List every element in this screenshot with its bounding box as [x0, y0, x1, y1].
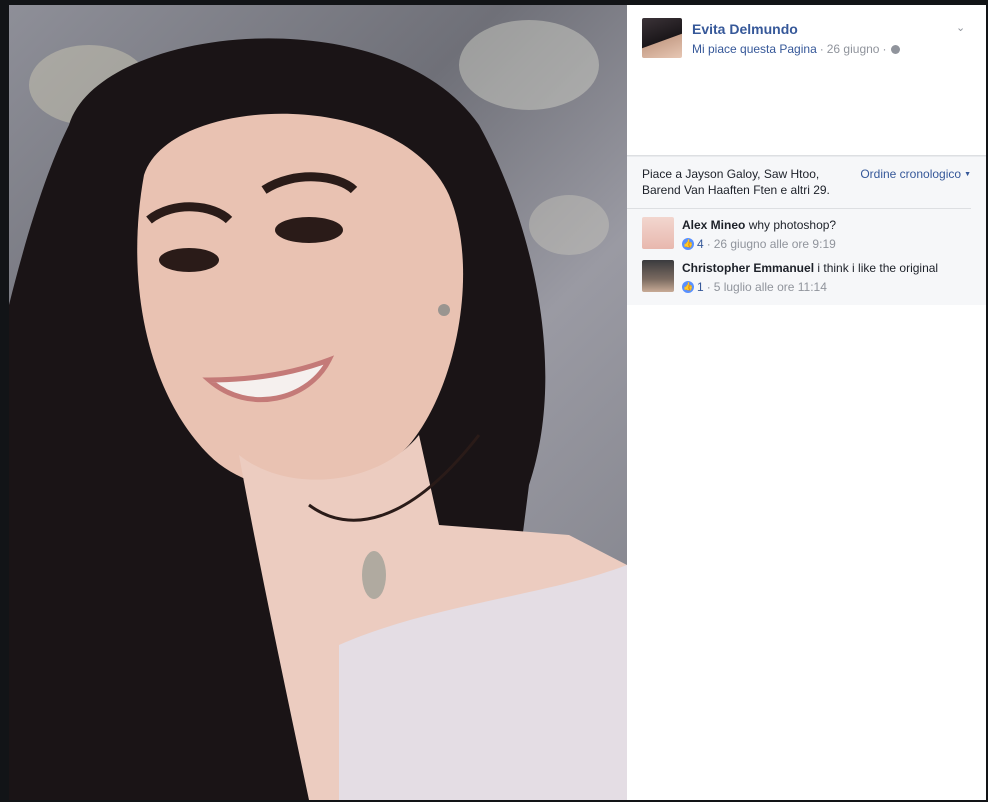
reactions-section: Piace a Jayson Galoy, Saw Htoo, Barend V…: [627, 156, 986, 305]
thumbs-up-icon: 👍: [682, 281, 694, 293]
post-date[interactable]: 26 giugno: [827, 42, 880, 56]
portrait-image: [9, 20, 627, 800]
meta-separator: ·: [706, 237, 711, 251]
comment-body: Alex Mineo why photoshop?: [682, 218, 836, 232]
likes-summary-row: Piace a Jayson Galoy, Saw Htoo, Barend V…: [627, 157, 971, 209]
caret-down-icon: ▼: [964, 170, 971, 178]
like-page-link[interactable]: Mi piace questa Pagina: [692, 42, 817, 56]
chevron-down-icon[interactable]: ⌄: [956, 21, 966, 34]
comment-text: why photoshop?: [748, 218, 837, 232]
globe-icon[interactable]: [891, 44, 901, 54]
comment-time[interactable]: 26 giugno alle ore 9:19: [714, 237, 836, 251]
comment-meta: 👍 1 · 5 luglio alle ore 11:14: [682, 280, 827, 294]
commenter-avatar[interactable]: [642, 217, 674, 249]
commenter-avatar[interactable]: [642, 260, 674, 292]
comment-author[interactable]: Alex Mineo: [682, 218, 745, 232]
post-side-panel: Evita Delmundo Mi piace questa Pagina · …: [627, 5, 986, 800]
comment-body: Christopher Emmanuel i think i like the …: [682, 261, 938, 275]
comment-like-count[interactable]: 4: [697, 237, 704, 251]
meta-separator: ·: [882, 42, 887, 56]
author-name[interactable]: Evita Delmundo: [692, 21, 798, 37]
photo-viewer: Evita Delmundo Mi piace questa Pagina · …: [0, 0, 988, 802]
comment-item: Alex Mineo why photoshop? 👍 4 · 26 giugn…: [627, 209, 986, 252]
reactions-spacer: [627, 295, 986, 305]
thumbs-up-icon: 👍: [682, 238, 694, 250]
comment-time[interactable]: 5 luglio alle ore 11:14: [714, 280, 827, 294]
likes-summary[interactable]: Piace a Jayson Galoy, Saw Htoo, Barend V…: [642, 166, 847, 198]
meta-separator: ·: [819, 42, 824, 56]
order-label: Ordine cronologico: [860, 167, 962, 181]
comment-author[interactable]: Christopher Emmanuel: [682, 261, 814, 275]
comment-like-count[interactable]: 1: [697, 280, 704, 294]
post-photo[interactable]: [9, 5, 627, 800]
author-avatar[interactable]: [642, 18, 682, 58]
comment-order-dropdown[interactable]: Ordine cronologico ▼: [860, 167, 971, 181]
post-header: Evita Delmundo Mi piace questa Pagina · …: [627, 5, 986, 156]
comment-item: Christopher Emmanuel i think i like the …: [627, 252, 986, 295]
post-meta: Mi piace questa Pagina · 26 giugno ·: [692, 42, 901, 56]
comment-text: i think i like the original: [817, 261, 939, 275]
comment-meta: 👍 4 · 26 giugno alle ore 9:19: [682, 237, 836, 251]
meta-separator: ·: [706, 280, 711, 294]
